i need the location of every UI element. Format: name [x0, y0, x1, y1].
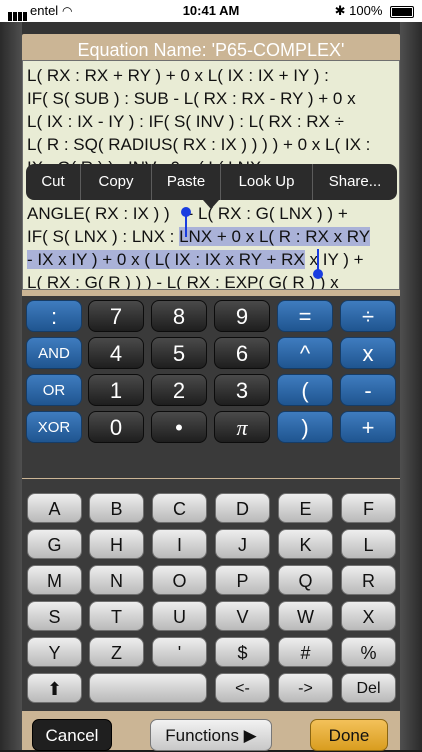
close-paren-key[interactable]: ) — [277, 411, 333, 443]
hash-key[interactable]: # — [278, 637, 333, 667]
letter-keypad: A B C D E F G H I J K L M N O P Q R S T … — [22, 479, 400, 711]
selection-start-caret — [185, 215, 187, 237]
key-3[interactable]: 3 — [214, 374, 270, 406]
equation-line: - IX x IY ) + 0 x ( L( IX : IX x RY + RX… — [27, 248, 364, 271]
key-K[interactable]: K — [278, 529, 333, 559]
key-V[interactable]: V — [215, 601, 270, 631]
open-paren-key[interactable]: ( — [277, 374, 333, 406]
key-2[interactable]: 2 — [151, 374, 207, 406]
menu-copy[interactable]: Copy — [81, 164, 151, 200]
equation-title: Equation Name: 'P65-COMPLEX' — [77, 40, 345, 60]
key-E[interactable]: E — [278, 493, 333, 523]
key-W[interactable]: W — [278, 601, 333, 631]
equation-editor-panel: Equation Name: 'P65-COMPLEX' L( RX : RX … — [22, 34, 400, 751]
key-X[interactable]: X — [341, 601, 396, 631]
key-S[interactable]: S — [27, 601, 82, 631]
key-6[interactable]: 6 — [214, 337, 270, 369]
key-N[interactable]: N — [89, 565, 144, 595]
equals-key[interactable]: = — [277, 300, 333, 332]
selected-text: LNX + 0 x L( R : RX x RY — [179, 227, 371, 246]
key-J[interactable]: J — [215, 529, 270, 559]
divide-key[interactable]: ÷ — [340, 300, 396, 332]
equation-text: ANGLE( RX : IX ) ) — [27, 204, 170, 223]
functions-button[interactable]: Functions ▶ — [150, 719, 272, 751]
decimal-point-key[interactable]: • — [151, 411, 207, 443]
multiply-key[interactable]: x — [340, 337, 396, 369]
key-C[interactable]: C — [152, 493, 207, 523]
status-bar: entel ◠ 10:41 AM ✱ 100% — [0, 0, 422, 22]
key-Z[interactable]: Z — [89, 637, 144, 667]
key-F[interactable]: F — [341, 493, 396, 523]
and-key[interactable]: AND — [26, 337, 82, 369]
equation-line: L( RX : G( R ) ) ) - L( RX : EXP( G( R )… — [27, 273, 339, 290]
key-B[interactable]: B — [89, 493, 144, 523]
text-context-menu: Cut Copy Paste Look Up Share... — [26, 164, 397, 200]
dollar-key[interactable]: $ — [215, 637, 270, 667]
context-menu-pointer — [203, 200, 219, 209]
key-H[interactable]: H — [89, 529, 144, 559]
cursor-right-key[interactable]: -> — [278, 673, 333, 703]
equation-line: L( RX : RX + RY ) + 0 x L( IX : IX + IY … — [27, 66, 329, 85]
key-1[interactable]: 1 — [88, 374, 144, 406]
battery-percent: 100% — [349, 3, 383, 18]
key-U[interactable]: U — [152, 601, 207, 631]
battery-icon — [390, 5, 414, 18]
key-R[interactable]: R — [341, 565, 396, 595]
menu-look-up[interactable]: Look Up — [221, 164, 312, 200]
selected-text: - IX x IY ) + 0 x ( L( IX : IX x RY + RX — [27, 250, 305, 269]
equation-text: IF( S( LNX ) : LNX : — [27, 227, 175, 246]
percent-key[interactable]: % — [341, 637, 396, 667]
xor-key[interactable]: XOR — [26, 411, 82, 443]
done-button[interactable]: Done — [310, 719, 388, 751]
key-8[interactable]: 8 — [151, 300, 207, 332]
key-P[interactable]: P — [215, 565, 270, 595]
key-I[interactable]: I — [152, 529, 207, 559]
key-G[interactable]: G — [27, 529, 82, 559]
equation-line: L( R : SQ( RADIUS( RX : IX ) ) ) ) + 0 x… — [27, 135, 371, 154]
plus-key[interactable]: + — [340, 411, 396, 443]
selection-end-caret — [317, 249, 319, 271]
key-Q[interactable]: Q — [278, 565, 333, 595]
background-left — [0, 22, 22, 750]
cancel-button[interactable]: Cancel — [32, 719, 112, 751]
apostrophe-key[interactable]: ' — [152, 637, 207, 667]
bottom-bar: Cancel Functions ▶ Done — [22, 711, 400, 751]
status-right: ✱ 100% — [335, 3, 414, 19]
key-5[interactable]: 5 — [151, 337, 207, 369]
equation-line: IF( S( SUB ) : SUB - L( RX : RX - RY ) +… — [27, 89, 356, 108]
key-A[interactable]: A — [27, 493, 82, 523]
colon-key[interactable]: : — [26, 300, 82, 332]
pi-key[interactable]: π — [214, 411, 270, 443]
key-O[interactable]: O — [152, 565, 207, 595]
menu-cut[interactable]: Cut — [26, 164, 80, 200]
key-L[interactable]: L — [341, 529, 396, 559]
background-right — [400, 22, 422, 750]
power-key[interactable]: ^ — [277, 337, 333, 369]
menu-share[interactable]: Share... — [313, 164, 397, 200]
key-7[interactable]: 7 — [88, 300, 144, 332]
key-D[interactable]: D — [215, 493, 270, 523]
key-M[interactable]: M — [27, 565, 82, 595]
minus-key[interactable]: - — [340, 374, 396, 406]
key-T[interactable]: T — [89, 601, 144, 631]
numeric-keypad: : 7 8 9 = ÷ AND 4 5 6 ^ x OR 1 2 3 ( - X… — [22, 296, 400, 478]
equation-line: L( IX : IX - IY ) : IF( S( INV ) : L( RX… — [27, 112, 344, 131]
delete-key[interactable]: Del — [341, 673, 396, 703]
menu-paste[interactable]: Paste — [152, 164, 220, 200]
space-key[interactable] — [89, 673, 207, 703]
equation-line: IF( S( LNX ) : LNX : LNX + 0 x L( R : RX… — [27, 225, 371, 248]
key-9[interactable]: 9 — [214, 300, 270, 332]
key-0[interactable]: 0 — [88, 411, 144, 443]
cursor-left-key[interactable]: <- — [215, 673, 270, 703]
selection-end-handle[interactable] — [313, 269, 323, 279]
key-4[interactable]: 4 — [88, 337, 144, 369]
or-key[interactable]: OR — [26, 374, 82, 406]
key-Y[interactable]: Y — [27, 637, 82, 667]
shift-arrow-icon[interactable]: ⬆ — [27, 673, 82, 703]
bluetooth-icon: ✱ — [334, 3, 346, 18]
